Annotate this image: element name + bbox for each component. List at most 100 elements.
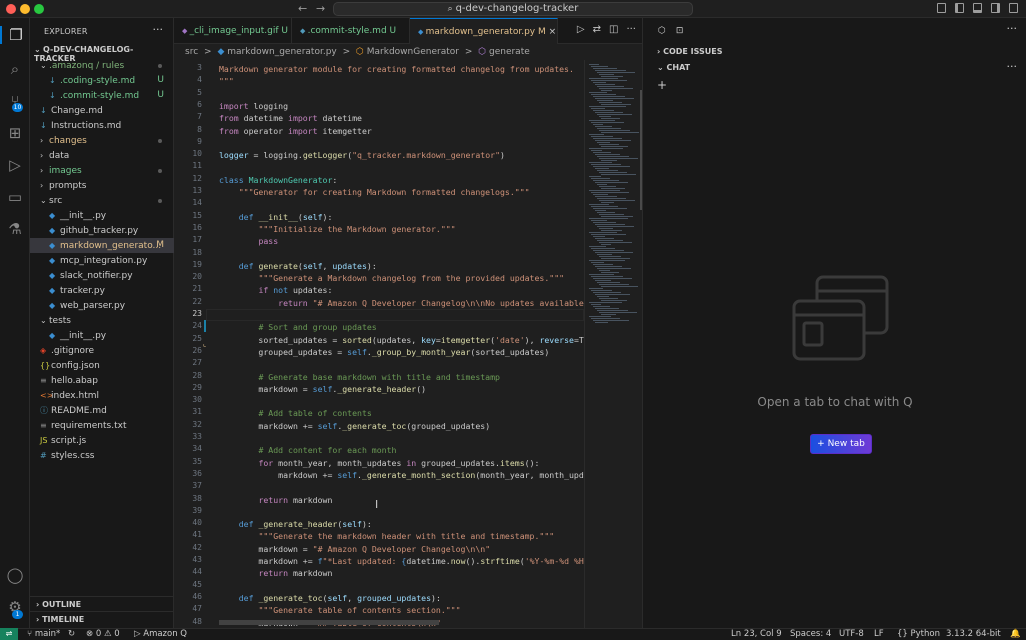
code-line[interactable]: """ — [219, 75, 234, 87]
editor-tab[interactable]: ◆ _cli_image_input.gif U — [174, 18, 292, 44]
code-line[interactable]: markdown += f"*Last updated: {datetime.n… — [219, 555, 583, 567]
customize-layout-icon[interactable] — [1009, 3, 1018, 13]
code-line[interactable]: return markdown — [219, 567, 332, 579]
extensions-icon[interactable]: ⊞ — [6, 124, 24, 142]
maximize-window-button[interactable] — [34, 4, 44, 14]
file-item[interactable]: <>index.html — [30, 388, 174, 403]
forward-arrow-icon[interactable]: → — [316, 2, 325, 15]
chat-more-icon[interactable]: ··· — [1007, 60, 1018, 73]
notifications-bell-icon[interactable]: 🔔 — [1010, 629, 1021, 640]
code-line[interactable]: """Generate the markdown header with tit… — [219, 530, 554, 542]
language-mode[interactable]: {} Python — [897, 629, 940, 640]
code-line[interactable]: def __init__(self): — [219, 211, 333, 223]
code-line[interactable]: grouped_updates = self._group_by_month_y… — [219, 346, 549, 358]
file-item[interactable]: ◆ github_tracker.py — [30, 223, 174, 238]
search-icon[interactable]: ⌕ — [6, 60, 24, 78]
testing-icon[interactable]: ⚗ — [6, 220, 24, 238]
editor-tab[interactable]: ◆ markdown_generator.py M × — [410, 18, 558, 44]
problems-indicator[interactable]: ⊗ 0 ⚠ 0 — [86, 629, 120, 640]
folder-item[interactable]: › data — [30, 148, 174, 163]
folder-item[interactable]: › changes — [30, 133, 174, 148]
file-item[interactable]: ◈ .gitignore — [30, 343, 174, 358]
code-line[interactable]: # Generate base markdown with title and … — [219, 371, 500, 383]
folder-item[interactable]: ⌄ .amazonq / rules — [30, 58, 174, 73]
file-item[interactable]: ↓ .commit-style.md U — [30, 88, 174, 103]
end-of-line[interactable]: LF — [874, 629, 884, 640]
explorer-files-icon[interactable]: ❐ — [0, 26, 30, 44]
file-item[interactable]: ◆ tracker.py — [30, 283, 174, 298]
file-item[interactable]: {}config.json — [30, 358, 174, 373]
breadcrumb-class[interactable]: MarkdownGenerator — [367, 47, 459, 57]
indentation[interactable]: Spaces: 4 — [790, 629, 831, 640]
code-line[interactable]: markdown = "# Amazon Q Developer Changel… — [219, 543, 490, 555]
code-line[interactable]: def generate(self, updates): — [219, 260, 377, 272]
branch-indicator[interactable]: ⑂ main* — [27, 629, 60, 640]
code-line[interactable]: return markdown — [219, 494, 332, 506]
compare-changes-icon[interactable]: ⇄ — [593, 24, 601, 35]
file-item[interactable]: ◆ __init__.py — [30, 208, 174, 223]
file-item[interactable]: ≡ requirements.txt — [30, 418, 174, 433]
python-interpreter[interactable]: 3.13.2 64-bit — [946, 629, 1001, 640]
breadcrumb-method[interactable]: generate — [489, 47, 530, 57]
code-line[interactable]: """Generate table of contents section.""… — [219, 604, 460, 616]
explorer-more-icon[interactable]: ··· — [153, 23, 164, 36]
file-item[interactable]: ↓ Instructions.md — [30, 118, 174, 133]
code-line[interactable]: class MarkdownGenerator: — [219, 174, 337, 186]
file-item[interactable]: ↓ Change.md — [30, 103, 174, 118]
remote-indicator-icon[interactable]: ⇌ — [0, 628, 18, 640]
sync-icon[interactable]: ↻ — [68, 629, 75, 640]
code-line[interactable]: markdown = self._generate_header() — [219, 383, 426, 395]
add-chat-tab-button[interactable]: + — [657, 78, 667, 92]
cursor-position[interactable]: Ln 23, Col 9 — [731, 629, 782, 640]
file-item[interactable]: ◆ mcp_integration.py — [30, 253, 174, 268]
code-line[interactable]: import logging — [219, 100, 288, 112]
breadcrumb-src[interactable]: src — [185, 47, 198, 57]
minimize-window-button[interactable] — [20, 4, 30, 14]
code-line[interactable]: from datetime import datetime — [219, 112, 362, 124]
code-line[interactable]: from operator import itemgetter — [219, 125, 372, 137]
code-line[interactable]: def _generate_toc(self, grouped_updates)… — [219, 592, 441, 604]
folder-item[interactable]: › images — [30, 163, 174, 178]
code-line[interactable]: """Generator for creating Markdown forma… — [219, 186, 530, 198]
code-line[interactable]: sorted_updates = sorted(updates, key=ite… — [219, 334, 583, 346]
file-item[interactable]: ◆ slack_notifier.py — [30, 268, 174, 283]
horizontal-scrollbar[interactable] — [219, 620, 439, 625]
account-icon[interactable]: ◯ — [6, 566, 24, 584]
file-item[interactable]: JS script.js — [30, 433, 174, 448]
run-debug-icon[interactable]: ▷ — [6, 156, 24, 174]
back-arrow-icon[interactable]: ← — [298, 2, 307, 15]
timeline-section[interactable]: › TIMELINE — [30, 611, 174, 626]
code-line[interactable]: pass — [219, 235, 278, 247]
remote-explorer-icon[interactable]: ▭ — [6, 188, 24, 206]
file-item[interactable]: ↓ .coding-style.md U — [30, 73, 174, 88]
toggle-panel-icon[interactable] — [973, 3, 982, 13]
editor-tab[interactable]: ◆ .commit-style.md U — [292, 18, 410, 44]
code-line[interactable]: """Initialize the Markdown generator.""" — [219, 223, 455, 235]
code-line[interactable]: def _generate_header(self): — [219, 518, 372, 530]
file-item[interactable]: ◆ markdown_generato... M — [30, 238, 174, 253]
code-line[interactable]: # Sort and group updates — [219, 321, 376, 333]
code-line[interactable]: if not updates: — [219, 284, 332, 296]
more-actions-icon[interactable]: ··· — [626, 24, 636, 35]
close-window-button[interactable] — [6, 4, 16, 14]
amazon-q-icon[interactable]: ⬡ — [658, 26, 666, 36]
toggle-secondary-sidebar-icon[interactable] — [991, 3, 1000, 13]
outline-section[interactable]: › OUTLINE — [30, 596, 174, 611]
toggle-primary-sidebar-icon[interactable] — [955, 3, 964, 13]
panel-more-icon[interactable]: ··· — [1007, 22, 1018, 35]
code-issues-section[interactable]: › CODE ISSUES — [657, 47, 723, 56]
folder-item[interactable]: ⌄ src — [30, 193, 174, 208]
code-line[interactable]: Markdown generator module for creating f… — [219, 63, 574, 75]
breadcrumb-file[interactable]: markdown_generator.py — [227, 47, 337, 57]
code-line[interactable]: # Add content for each month — [219, 444, 396, 456]
close-tab-icon[interactable]: × — [546, 27, 557, 37]
split-editor-icon[interactable]: ◫ — [609, 24, 618, 35]
code-line[interactable]: markdown += self._generate_month_section… — [219, 469, 584, 481]
chat-section[interactable]: ⌄ CHAT — [657, 63, 690, 72]
run-icon[interactable]: ▷ — [577, 24, 585, 35]
code-line[interactable]: for month_year, month_updates in grouped… — [219, 457, 539, 469]
code-line[interactable]: # Add table of contents — [219, 407, 371, 419]
terminal-icon[interactable]: ⊡ — [676, 26, 684, 36]
amazon-q-status[interactable]: ▷ Amazon Q — [134, 629, 187, 640]
file-item[interactable]: ◆ web_parser.py — [30, 298, 174, 313]
